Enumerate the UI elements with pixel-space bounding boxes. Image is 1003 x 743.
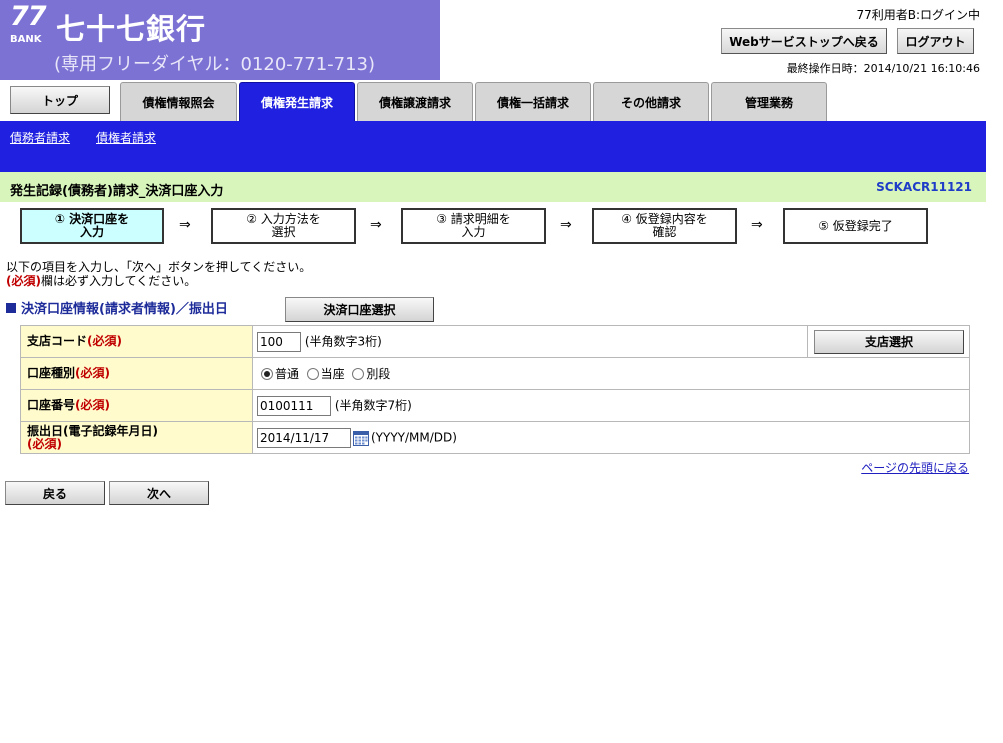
account-type-row: 口座種別(必須) 普通 当座 別段 <box>20 357 970 390</box>
required-mark: (必須) <box>6 274 41 288</box>
step-arrow: ⇒ <box>751 217 763 233</box>
account-number-label-text: 口座番号 <box>27 398 76 412</box>
required-mark: (必須) <box>27 436 62 451</box>
issue-date-label: 振出日(電子記録年月日) (必須) <box>20 421 253 454</box>
branch-select-button[interactable]: 支店選択 <box>814 329 964 354</box>
required-note-text: 欄は必ず入力してください。 <box>40 274 197 288</box>
branch-code-hint: (半角数字3桁) <box>304 334 382 348</box>
account-type-label-text: 口座種別 <box>27 366 76 380</box>
bank-header: 77 BANK 七十七銀行 (専用フリーダイヤル：0120-771-713) <box>0 0 440 80</box>
screen-id: SCKACR11121 <box>876 180 972 194</box>
web-service-top-button[interactable]: Webサービストップへ戻る <box>721 28 887 54</box>
logo-number: 77 <box>10 1 47 32</box>
page-title: 発生記録(債務者)請求_決済口座入力 <box>10 184 224 199</box>
account-number-cell: (半角数字7桁) <box>252 389 970 422</box>
tab-other-request[interactable]: その他請求 <box>593 82 709 122</box>
tab-claim-transfer[interactable]: 債権譲渡請求 <box>357 82 473 122</box>
user-status: 77利用者B:ログイン中 <box>856 8 980 22</box>
section-header: 決済口座情報(請求者情報)／振出日 <box>6 298 228 317</box>
branch-code-input[interactable] <box>257 331 301 352</box>
step-4: ④ 仮登録内容を 確認 <box>592 208 737 244</box>
step-1-line2: 入力 <box>79 225 104 239</box>
step-5-line1: ⑤ 仮登録完了 <box>818 218 893 233</box>
step-1-line1: ① 決済口座を <box>54 212 130 226</box>
radio-current[interactable] <box>306 368 319 380</box>
last-operation-time: 最終操作日時：2014/10/21 16:10:46 <box>786 62 980 75</box>
step-arrow: ⇒ <box>370 217 382 233</box>
radio-ordinary[interactable] <box>261 368 273 380</box>
radio-special-label[interactable]: 別段 <box>366 367 390 381</box>
account-number-label: 口座番号(必須) <box>20 389 253 422</box>
radio-special[interactable] <box>352 368 365 380</box>
page-top-link[interactable]: ページの先頭に戻る <box>861 459 969 476</box>
step-4-line1: ④ 仮登録内容を <box>621 212 708 226</box>
issue-date-cell: (YYYY/MM/DD) <box>252 421 970 454</box>
tab-management[interactable]: 管理業務 <box>711 82 827 122</box>
creditor-request-link[interactable]: 債権者請求 <box>96 129 156 146</box>
step-3-line2: 入力 <box>461 225 486 239</box>
step-3: ③ 請求明細を 入力 <box>401 208 546 244</box>
account-number-row: 口座番号(必須) (半角数字7桁) <box>20 389 970 422</box>
issue-date-input[interactable] <box>257 427 351 448</box>
step-2: ② 入力方法を 選択 <box>211 208 356 244</box>
account-type-cell: 普通 当座 別段 <box>252 357 970 390</box>
next-button[interactable]: 次へ <box>109 481 209 505</box>
section-square-icon <box>6 303 16 313</box>
back-button[interactable]: 戻る <box>5 481 105 505</box>
required-note: (必須)欄は必ず入力してください。 <box>6 272 196 289</box>
branch-code-row: 支店コード(必須) (半角数字3桁) 支店選択 <box>20 325 970 358</box>
step-4-line2: 確認 <box>652 225 677 239</box>
radio-current-label[interactable]: 当座 <box>321 367 345 381</box>
title-bar: 発生記録(債務者)請求_決済口座入力 SCKACR11121 <box>0 172 986 202</box>
issue-date-hint: (YYYY/MM/DD) <box>371 430 457 444</box>
debtor-request-link[interactable]: 債務者請求 <box>10 129 70 146</box>
branch-code-label: 支店コード(必須) <box>20 325 253 358</box>
tab-bulk-request[interactable]: 債権一括請求 <box>475 82 591 122</box>
account-number-input[interactable] <box>257 395 331 416</box>
sub-navigation: 債務者請求 債権者請求 <box>0 121 986 172</box>
step-5: ⑤ 仮登録完了 <box>783 208 928 244</box>
bank-logo: 77 BANK <box>8 1 50 46</box>
section-title: 決済口座情報(請求者情報)／振出日 <box>21 302 228 317</box>
tab-claim-inquiry[interactable]: 債権情報照会 <box>120 82 237 122</box>
branch-code-label-text: 支店コード <box>27 334 88 348</box>
step-3-line1: ③ 請求明細を <box>436 212 511 226</box>
bank-phone: (専用フリーダイヤル：0120-771-713) <box>54 54 376 75</box>
logo-bank-text: BANK <box>10 34 42 45</box>
account-type-label: 口座種別(必須) <box>20 357 253 390</box>
required-mark: (必須) <box>87 334 122 348</box>
calendar-icon[interactable] <box>353 430 369 446</box>
account-select-button[interactable]: 決済口座選択 <box>285 297 434 322</box>
step-arrow: ⇒ <box>560 217 572 233</box>
required-mark: (必須) <box>75 398 110 412</box>
account-form-table: 支店コード(必須) (半角数字3桁) 支店選択 口座種別(必須) 普通 当座 別… <box>20 325 970 454</box>
logout-button[interactable]: ログアウト <box>897 28 974 54</box>
bank-name: 七十七銀行 <box>56 12 207 46</box>
issue-date-row: 振出日(電子記録年月日)(必須) (YYYY/MM/DD) <box>20 421 970 454</box>
step-2-line2: 選択 <box>271 225 296 239</box>
branch-select-cell: 支店選択 <box>807 325 970 358</box>
step-arrow: ⇒ <box>179 217 191 233</box>
issue-date-label-text: 振出日(電子記録年月日) <box>27 423 158 438</box>
tab-top[interactable]: トップ <box>10 86 110 114</box>
step-2-line1: ② 入力方法を <box>246 212 321 226</box>
account-number-hint: (半角数字7桁) <box>334 398 412 412</box>
radio-ordinary-label[interactable]: 普通 <box>275 367 299 381</box>
step-1: ① 決済口座を 入力 <box>20 208 164 244</box>
branch-code-cell: (半角数字3桁) <box>252 325 808 358</box>
tab-claim-generation[interactable]: 債権発生請求 <box>239 82 355 122</box>
required-mark: (必須) <box>75 366 110 380</box>
